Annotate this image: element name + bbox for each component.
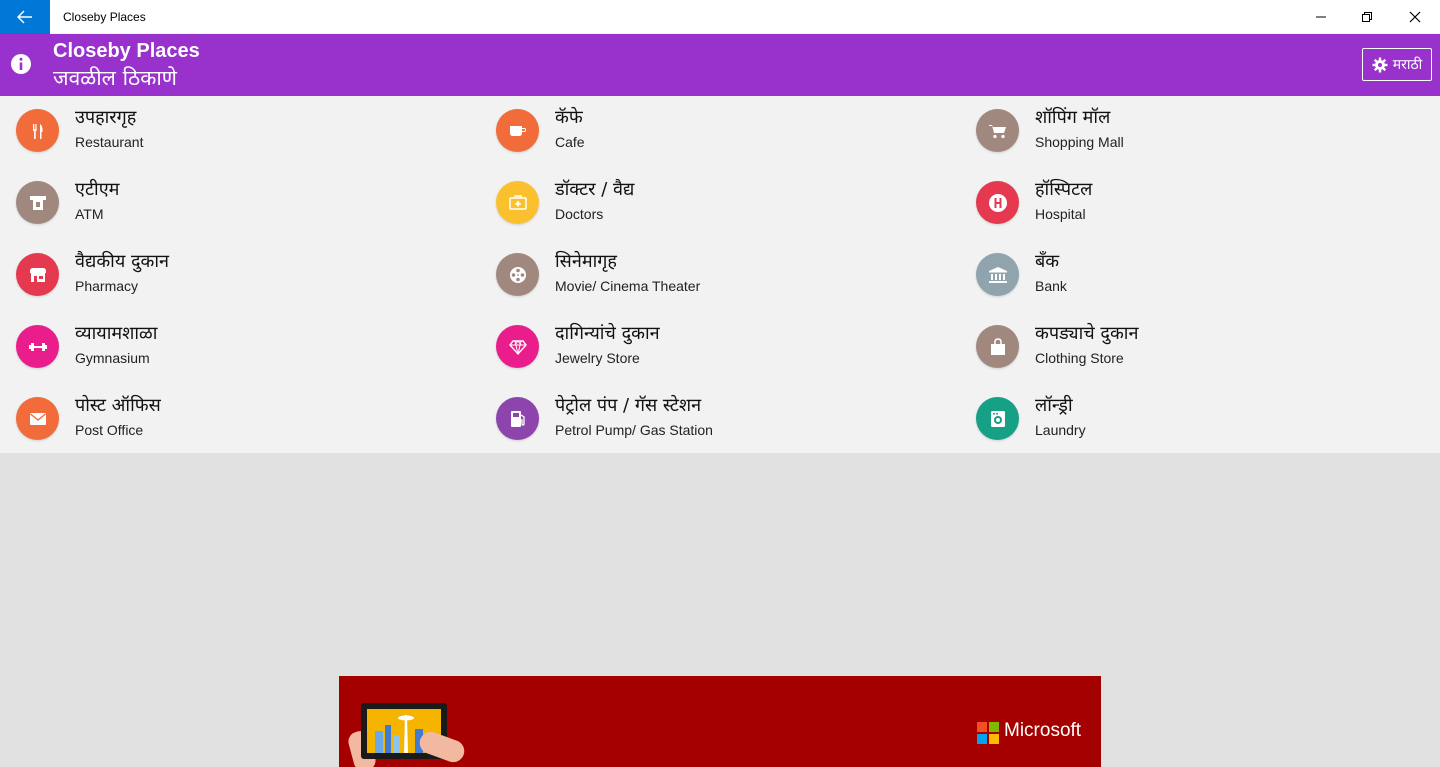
- place-name-english: ATM: [75, 206, 104, 222]
- shopping-bag-icon: [976, 325, 1019, 368]
- diamond-icon: [496, 325, 539, 368]
- place-name-marathi: बँक: [1035, 251, 1060, 272]
- place-name-english: Movie/ Cinema Theater: [555, 278, 701, 294]
- microsoft-logo-icon: [977, 722, 999, 744]
- place-name-english: Bank: [1035, 278, 1067, 294]
- envelope-icon: [16, 397, 59, 440]
- place-name-english: Clothing Store: [1035, 350, 1124, 366]
- place-name-english: Shopping Mall: [1035, 134, 1124, 150]
- place-name-marathi: सिनेमागृह: [555, 251, 617, 272]
- place-name-marathi: डॉक्टर / वैद्य: [555, 179, 635, 200]
- place-name-english: Laundry: [1035, 422, 1086, 438]
- place-name-marathi: पेट्रोल पंप / गॅस स्टेशन: [555, 395, 702, 416]
- place-post-office[interactable]: पोस्ट ऑफिस Post Office: [0, 384, 440, 444]
- close-icon: [1409, 11, 1421, 23]
- place-name-english: Doctors: [555, 206, 604, 222]
- back-button[interactable]: [0, 0, 50, 34]
- ad-brand: Microsoft: [1004, 720, 1082, 741]
- place-gymnasium[interactable]: व्यायामशाळा Gymnasium: [0, 312, 440, 372]
- place-name-english: Cafe: [555, 134, 585, 150]
- title-bar: Closeby Places: [0, 0, 1440, 34]
- hospital-icon: [976, 181, 1019, 224]
- place-name-marathi: दागिन्यांचे दुकान: [555, 323, 660, 344]
- place-name-marathi: एटीएम: [75, 179, 120, 200]
- place-name-marathi: वैद्यकीय दुकान: [75, 251, 170, 272]
- fuel-pump-icon: [496, 397, 539, 440]
- shopping-cart-icon: [976, 109, 1019, 152]
- place-shopping-mall[interactable]: शॉपिंग मॉल Shopping Mall: [960, 96, 1400, 156]
- window-title: Closeby Places: [63, 10, 146, 24]
- dumbbell-icon: [16, 325, 59, 368]
- place-name-marathi: कॅफे: [555, 107, 583, 128]
- place-name-english: Gymnasium: [75, 350, 150, 366]
- minimize-icon: [1316, 16, 1326, 18]
- place-name-marathi: शॉपिंग मॉल: [1035, 107, 1111, 128]
- place-cafe[interactable]: कॅफे Cafe: [480, 96, 920, 156]
- place-restaurant[interactable]: उपहारगृह Restaurant: [0, 96, 440, 156]
- app-header: Closeby Places जवळील ठिकाणे मराठी: [0, 34, 1440, 96]
- place-name-english: Restaurant: [75, 134, 144, 150]
- restore-button[interactable]: [1344, 0, 1390, 34]
- restaurant-icon: [16, 109, 59, 152]
- place-bank[interactable]: बँक Bank: [960, 240, 1400, 300]
- place-name-marathi: व्यायामशाळा: [75, 323, 158, 344]
- advertisement-banner[interactable]: Microsoft: [339, 676, 1101, 767]
- place-name-english: Jewelry Store: [555, 350, 640, 366]
- place-clothing-store[interactable]: कपड्याचे दुकान Clothing Store: [960, 312, 1400, 372]
- place-atm[interactable]: एटीएम ATM: [0, 168, 440, 228]
- place-name-marathi: हॉस्पिटल: [1035, 179, 1093, 200]
- place-name-english: Post Office: [75, 422, 144, 438]
- place-laundry[interactable]: लॉन्ड्री Laundry: [960, 384, 1400, 444]
- arrow-left-icon: [17, 10, 32, 24]
- info-icon[interactable]: [10, 53, 32, 75]
- place-name-english: Hospital: [1035, 206, 1086, 222]
- language-button[interactable]: मराठी: [1362, 48, 1432, 81]
- washing-machine-icon: [976, 397, 1019, 440]
- place-cinema[interactable]: सिनेमागृह Movie/ Cinema Theater: [480, 240, 920, 300]
- place-pharmacy[interactable]: वैद्यकीय दुकान Pharmacy: [0, 240, 440, 300]
- atm-icon: [16, 181, 59, 224]
- close-button[interactable]: [1392, 0, 1438, 34]
- place-name-marathi: कपड्याचे दुकान: [1035, 323, 1139, 344]
- place-doctors[interactable]: डॉक्टर / वैद्य Doctors: [480, 168, 920, 228]
- place-name-english: Pharmacy: [75, 278, 139, 294]
- pharmacy-store-icon: [16, 253, 59, 296]
- language-label: मराठी: [1392, 57, 1423, 73]
- place-jewelry-store[interactable]: दागिन्यांचे दुकान Jewelry Store: [480, 312, 920, 372]
- bank-icon: [976, 253, 1019, 296]
- place-name-english: Petrol Pump/ Gas Station: [555, 422, 713, 438]
- place-hospital[interactable]: हॉस्पिटल Hospital: [960, 168, 1400, 228]
- gear-icon: [1372, 57, 1388, 72]
- place-name-marathi: उपहारगृह: [75, 107, 137, 128]
- place-name-marathi: लॉन्ड्री: [1035, 395, 1073, 416]
- cafe-icon: [496, 109, 539, 152]
- minimize-button[interactable]: [1298, 0, 1344, 34]
- doctor-bag-icon: [496, 181, 539, 224]
- place-petrol-pump[interactable]: पेट्रोल पंप / गॅस स्टेशन Petrol Pump/ Ga…: [480, 384, 920, 444]
- film-reel-icon: [496, 253, 539, 296]
- restore-icon: [1362, 12, 1372, 22]
- places-grid: उपहारगृह Restaurant कॅफे Cafe शॉपिंग मॉल…: [0, 96, 1440, 453]
- page-title: Closeby Places: [53, 40, 200, 62]
- place-name-marathi: पोस्ट ऑफिस: [75, 395, 161, 416]
- page-subtitle: जवळील ठिकाणे: [53, 66, 177, 90]
